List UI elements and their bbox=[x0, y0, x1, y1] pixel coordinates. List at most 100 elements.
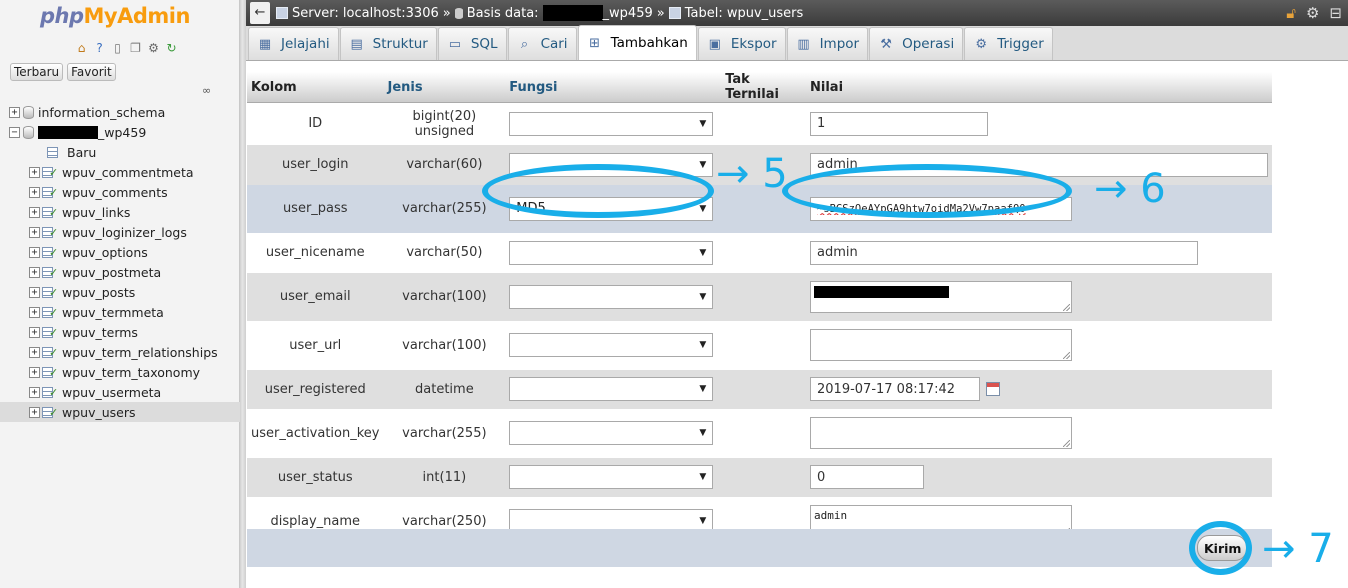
table-icon[interactable]: ✓ bbox=[42, 406, 58, 419]
function-select[interactable]: ▼ bbox=[509, 284, 714, 309]
table-name[interactable]: wpuv_term_relationships bbox=[62, 345, 218, 360]
tab-trigger[interactable]: ⚙ Trigger bbox=[964, 27, 1053, 60]
table-name[interactable]: wpuv_term_taxonomy bbox=[62, 365, 200, 380]
new-table-label[interactable]: Baru bbox=[67, 145, 96, 160]
table-icon[interactable]: ✓ bbox=[42, 166, 58, 179]
sidebar-table-item[interactable]: + ✓ wpuv_posts bbox=[0, 282, 240, 302]
function-select[interactable]: ▼ bbox=[509, 333, 714, 357]
table-icon[interactable]: ✓ bbox=[42, 306, 58, 319]
function-select[interactable]: ▼ bbox=[509, 465, 714, 489]
docs-icon[interactable]: ▯ bbox=[110, 40, 125, 55]
table-name[interactable]: wpuv_terms bbox=[62, 325, 138, 340]
table-icon[interactable]: ✓ bbox=[42, 246, 58, 259]
tab-operasi[interactable]: ⚒ Operasi bbox=[869, 27, 964, 60]
reload-icon[interactable]: ↻ bbox=[164, 40, 179, 55]
expand-icon[interactable]: + bbox=[29, 206, 40, 218]
table-name[interactable]: wpuv_commentmeta bbox=[62, 165, 194, 180]
sidebar-table-item[interactable]: + ✓ wpuv_loginizer_logs bbox=[0, 222, 240, 242]
table-icon[interactable]: ✓ bbox=[42, 206, 58, 219]
expand-icon[interactable]: + bbox=[29, 266, 40, 278]
table-icon[interactable]: ✓ bbox=[42, 346, 58, 359]
recent-tables-button[interactable]: Terbaru bbox=[10, 63, 64, 81]
table-name[interactable]: wpuv_users bbox=[62, 405, 136, 420]
copy-icon[interactable]: ❐ bbox=[128, 40, 143, 55]
table-name[interactable]: wpuv_postmeta bbox=[62, 265, 161, 280]
column-header-jenis[interactable]: Jenis bbox=[383, 72, 506, 103]
tab-cari[interactable]: ⌕ Cari bbox=[507, 27, 577, 60]
lock-icon[interactable]: 🔓︎ bbox=[1286, 4, 1296, 22]
breadcrumb-database-prefix[interactable]: Basis data: bbox=[467, 6, 539, 21]
calendar-icon[interactable] bbox=[986, 382, 1000, 396]
breadcrumb-table[interactable]: Tabel: wpuv_users bbox=[685, 6, 804, 21]
database-name[interactable]: _wp459 bbox=[98, 125, 146, 140]
expand-icon[interactable]: + bbox=[29, 306, 40, 318]
expand-icon[interactable]: + bbox=[29, 286, 40, 298]
sidebar-table-item[interactable]: + ✓ wpuv_commentmeta bbox=[0, 162, 240, 182]
table-icon[interactable]: ✓ bbox=[42, 226, 58, 239]
function-select[interactable]: ▼ bbox=[509, 377, 714, 401]
expand-icon[interactable]: + bbox=[29, 386, 40, 398]
sidebar-table-item[interactable]: + ✓ wpuv_term_taxonomy bbox=[0, 362, 240, 382]
value-input[interactable]: admin bbox=[810, 240, 1198, 265]
sidebar-table-item[interactable]: + ✓ wpuv_termmeta bbox=[0, 302, 240, 322]
gear-icon[interactable]: ⚙ bbox=[1306, 4, 1319, 22]
tab-jelajahi[interactable]: ▦ Jelajahi bbox=[248, 27, 339, 60]
tree-item-information-schema[interactable]: + information_schema bbox=[0, 102, 240, 122]
tab-impor[interactable]: ▥ Impor bbox=[786, 27, 869, 60]
tree-item-wp459[interactable]: − _wp459 bbox=[0, 122, 240, 142]
collapse-icon[interactable]: ⊟ bbox=[1329, 4, 1342, 22]
function-select[interactable]: ▼ bbox=[509, 152, 714, 177]
expand-icon[interactable]: + bbox=[29, 346, 40, 358]
collapse-sidebar-icon[interactable]: ← bbox=[250, 2, 270, 24]
value-textarea[interactable] bbox=[810, 417, 1072, 449]
function-select[interactable]: ▼ bbox=[509, 111, 714, 136]
expand-icon[interactable]: + bbox=[29, 166, 40, 178]
value-input[interactable]: 1 bbox=[810, 111, 988, 136]
breadcrumb-database-suffix[interactable]: _wp459 bbox=[603, 6, 653, 21]
expand-icon[interactable]: + bbox=[29, 406, 40, 418]
settings-icon[interactable]: ⚙ bbox=[146, 40, 161, 55]
function-select[interactable]: ▼ bbox=[509, 421, 714, 445]
table-name[interactable]: wpuv_posts bbox=[62, 285, 135, 300]
table-name[interactable]: wpuv_options bbox=[62, 245, 148, 260]
sidebar-table-item[interactable]: + ✓ wpuv_comments bbox=[0, 182, 240, 202]
expand-icon[interactable]: + bbox=[29, 226, 40, 238]
expand-icon[interactable]: + bbox=[29, 246, 40, 258]
expand-icon[interactable]: + bbox=[29, 326, 40, 338]
sidebar-table-item[interactable]: + ✓ wpuv_links bbox=[0, 202, 240, 222]
function-select[interactable]: MD5 ▼ bbox=[509, 196, 714, 221]
sidebar-resizer[interactable] bbox=[240, 0, 246, 588]
sidebar-table-item[interactable]: + ✓ wpuv_options bbox=[0, 242, 240, 262]
tree-item-new-table[interactable]: Baru bbox=[0, 142, 240, 162]
tab-ekspor[interactable]: ▣ Ekspor bbox=[697, 27, 786, 60]
phpmyadmin-logo[interactable]: phpMyAdmin bbox=[40, 4, 190, 28]
table-icon[interactable]: ✓ bbox=[42, 286, 58, 299]
value-input[interactable]: admin bbox=[810, 152, 1268, 177]
collapse-icon[interactable]: − bbox=[9, 126, 20, 138]
sidebar-table-item[interactable]: + ✓ wpuv_users bbox=[0, 402, 240, 422]
expand-icon[interactable]: + bbox=[9, 106, 20, 118]
table-icon[interactable]: ✓ bbox=[42, 326, 58, 339]
table-icon[interactable]: ✓ bbox=[42, 386, 58, 399]
function-select[interactable]: ▼ bbox=[509, 240, 714, 265]
value-textarea[interactable] bbox=[810, 280, 1072, 313]
table-name[interactable]: wpuv_links bbox=[62, 205, 130, 220]
submit-button[interactable]: Kirim bbox=[1197, 535, 1247, 561]
value-input[interactable]: 0 bbox=[810, 465, 924, 489]
value-textarea[interactable] bbox=[810, 329, 1072, 361]
table-name[interactable]: wpuv_comments bbox=[62, 185, 168, 200]
home-icon[interactable]: ⌂ bbox=[74, 40, 89, 55]
table-name[interactable]: wpuv_usermeta bbox=[62, 385, 161, 400]
table-name[interactable]: wpuv_termmeta bbox=[62, 305, 164, 320]
sidebar-table-item[interactable]: + ✓ wpuv_postmeta bbox=[0, 262, 240, 282]
help-icon[interactable]: ? bbox=[92, 40, 107, 55]
breadcrumb-server[interactable]: Server: localhost:3306 bbox=[292, 6, 439, 21]
favorite-tables-button[interactable]: Favorit bbox=[67, 63, 116, 81]
sidebar-table-item[interactable]: + ✓ wpuv_term_relationships bbox=[0, 342, 240, 362]
table-name[interactable]: wpuv_loginizer_logs bbox=[62, 225, 187, 240]
column-header-fungsi[interactable]: Fungsi bbox=[505, 72, 722, 103]
expand-icon[interactable]: + bbox=[29, 366, 40, 378]
tab-struktur[interactable]: ▤ Struktur bbox=[339, 27, 437, 60]
value-input[interactable]: ~sBGSzOeAYpGA9htw7oidMa2Vw7paafQ0 bbox=[810, 196, 1072, 221]
tab-sql[interactable]: ▭ SQL bbox=[437, 27, 507, 60]
